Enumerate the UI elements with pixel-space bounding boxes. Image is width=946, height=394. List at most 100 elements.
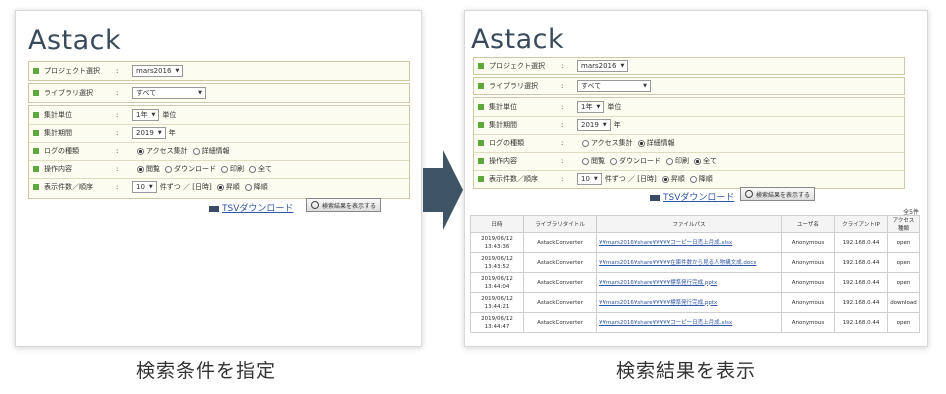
table-row: 2019/06/12 13:44:21 AstackConverter ¥¥mar… [470,292,920,313]
library-row: ライブラリ選択 : すべて ▼ [28,83,410,103]
bullet-icon [33,184,39,190]
chevron-down-icon: ▼ [593,176,598,182]
table-row: 2019/06/12 13:44:47 AstackConverter ¥¥mar… [470,312,920,333]
colon: : [561,62,564,70]
display-count-select[interactable]: 10 ▼ [132,181,157,193]
file-path-link[interactable]: ¥¥mars2016¥share¥¥¥¥¥コーピー日売上月成.xlsx [596,232,782,253]
bullet-icon [33,148,39,154]
app-logo: Astack [471,24,565,55]
colon: : [116,111,119,119]
chevron-down-icon: ▼ [151,112,156,118]
project-row: プロジェクト選択 : mars2016 ▼ [473,57,905,75]
radio-all[interactable] [694,157,701,165]
radio-all[interactable] [249,165,256,173]
chevron-down-icon: ▼ [643,83,647,89]
period-select[interactable]: 2019 ▼ [132,127,166,139]
column-header: ファイルパス [596,215,782,233]
radio-label: 昇順 [670,175,685,183]
unit-select[interactable]: 1年 ▼ [132,109,160,121]
radio-label: 降順 [253,183,268,191]
radio-print[interactable] [666,157,673,165]
user-cell: Anonymous [781,252,835,273]
radio-detail[interactable] [637,139,645,147]
download-icon [209,205,219,212]
radio-label: アクセス集計 [146,147,188,155]
project-row: プロジェクト選択 : mars2016 ▼ [28,61,410,81]
file-path-link[interactable]: ¥¥mars2016¥share¥¥¥¥¥在庫件数から見る人物構文成.docx [596,252,782,273]
access-type-cell: open [887,312,920,333]
radio-label: 印刷 [230,165,244,173]
tsv-download-link[interactable]: TSVダウンロード [209,201,293,214]
radio-download[interactable] [610,157,617,165]
radio-detail[interactable] [192,147,200,155]
tsv-download-link[interactable]: TSVダウンロード [650,190,734,203]
project-label: プロジェクト選択 [44,67,100,75]
library-label: ライブラリ選択 [44,89,93,97]
ip-cell: 192.168.0.44 [834,292,888,313]
radio-label: 全て [703,157,717,165]
radio-asc[interactable] [216,183,224,191]
chevron-down-icon: ▼ [596,104,601,110]
bullet-icon [33,90,39,96]
radio-access[interactable] [137,147,144,155]
colon: : [561,139,564,147]
radio-view[interactable] [137,165,144,173]
search-button[interactable]: 検索結果を表示する [740,187,816,201]
user-cell: Anonymous [781,232,835,253]
bullet-icon [33,112,39,118]
display-count-select[interactable]: 10 ▼ [577,173,602,185]
project-select[interactable]: mars2016 ▼ [132,65,184,77]
period-select[interactable]: 2019 ▼ [577,119,611,131]
colon: : [561,82,564,90]
bullet-icon [478,122,484,128]
operation-label: 操作内容 [44,165,72,173]
file-path-link[interactable]: ¥¥mars2016¥share¥¥¥¥¥標準発行完成.pptx [596,292,782,313]
radio-asc[interactable] [661,175,669,183]
operation-label: 操作内容 [489,157,517,165]
chevron-down-icon: ▼ [198,90,202,96]
column-header: 日時 [470,215,524,233]
chevron-down-icon: ▼ [620,63,625,69]
radio-print[interactable] [221,165,228,173]
project-select[interactable]: mars2016 ▼ [577,60,629,72]
ip-cell: 192.168.0.44 [834,252,888,273]
library-label: ライブラリ選択 [489,82,538,90]
bullet-icon [478,158,484,164]
radio-access[interactable] [582,139,589,147]
library-select[interactable]: すべて ▼ [577,80,651,92]
colon: : [116,67,119,75]
search-icon [745,190,753,198]
library-cell: AstackConverter [523,292,597,313]
bullet-icon [478,176,484,182]
search-icon [311,201,319,209]
radio-desc[interactable] [689,175,697,183]
file-path-link[interactable]: ¥¥mars2016¥share¥¥¥¥¥コーピー日売上月成.xlsx [596,312,782,333]
search-button[interactable]: 検索結果を表示する [306,198,382,212]
table-row: 2019/06/12 13:44:04 AstackConverter ¥¥mar… [470,272,920,293]
access-type-cell: open [887,232,920,253]
download-icon [650,194,660,201]
chevron-down-icon: ▼ [148,184,153,190]
radio-label: ダウンロード [174,165,216,173]
colon: : [116,89,119,97]
column-header: ライブラリタイトル [523,215,597,233]
unit-select[interactable]: 1年 ▼ [577,101,605,113]
display-label: 表示件数／順序 [44,183,93,191]
arrow-right-icon [423,150,463,230]
ip-cell: 192.168.0.44 [834,312,888,333]
radio-desc[interactable] [244,183,252,191]
period-label: 集計期間 [489,121,517,129]
left-screenshot-panel: Astack プロジェクト選択 : mars2016 ▼ ライブラリ選択 : すべ… [15,10,422,347]
radio-download[interactable] [165,165,172,173]
ip-cell: 192.168.0.44 [834,232,888,253]
ip-cell: 192.168.0.44 [834,272,888,293]
file-path-link[interactable]: ¥¥mars2016¥share¥¥¥¥¥標準発行完成.pptx [596,272,782,293]
chevron-down-icon: ▼ [602,122,607,128]
colon: : [561,157,564,165]
radio-view[interactable] [582,157,589,165]
date-cell: 2019/06/12 13:44:04 [470,272,524,293]
colon: : [561,121,564,129]
radio-label: ダウンロード [619,157,661,165]
library-select[interactable]: すべて ▼ [132,87,206,99]
app-logo: Astack [28,25,122,56]
